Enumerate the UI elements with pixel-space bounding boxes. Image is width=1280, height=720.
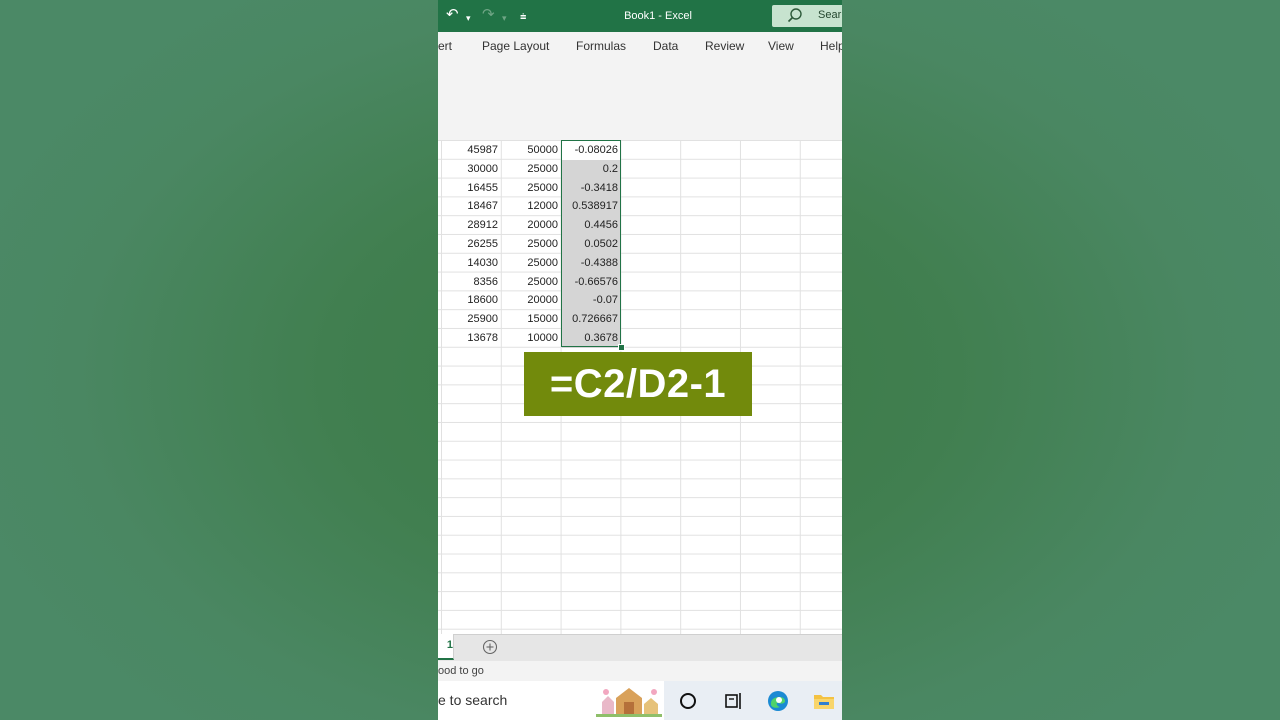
file-explorer-icon[interactable] <box>812 689 836 713</box>
cell-sales[interactable]: 26255 <box>441 235 501 254</box>
formula-caption: =C2/D2-1 <box>524 352 752 416</box>
cell-result[interactable]: -0.4388 <box>562 253 621 273</box>
taskbar-search[interactable]: e to search <box>438 681 664 720</box>
taskbar-search-placeholder: e to search <box>438 692 508 708</box>
cell-result[interactable]: -0.07 <box>562 291 621 311</box>
table-row: 16455 25000 -0.3418 <box>438 178 842 198</box>
search-icon <box>787 8 802 23</box>
redo-dropdown-icon[interactable]: ▾ <box>502 9 507 27</box>
cell-result[interactable]: 0.2 <box>562 159 621 179</box>
tab-view[interactable]: View <box>768 39 794 53</box>
task-view-icon[interactable] <box>721 689 745 713</box>
table-row: 26255 25000 0.0502 <box>438 234 842 254</box>
undo-icon[interactable]: ↶ <box>446 6 459 24</box>
redo-icon[interactable]: ↷ <box>482 6 495 24</box>
cell-sales[interactable]: 13678 <box>441 329 501 348</box>
cell-target[interactable]: 10000 <box>501 329 561 348</box>
ribbon-tabs: ert Page Layout Formulas Data Review Vie… <box>438 32 842 60</box>
table-row: 30000 25000 0.2 <box>438 159 842 179</box>
fill-handle[interactable] <box>618 344 625 351</box>
table-row: 18467 12000 0.538917 <box>438 197 842 217</box>
cell-sales[interactable]: 18467 <box>441 197 501 216</box>
cell-result[interactable]: 0.3678 <box>562 328 621 348</box>
cell-result[interactable]: 0.0502 <box>562 234 621 254</box>
table-row: 45987 50000 -0.08026 <box>438 141 842 160</box>
cell-sales[interactable]: 25900 <box>441 310 501 329</box>
cell-sales[interactable]: 30000 <box>441 160 501 179</box>
tab-formulas[interactable]: Formulas <box>576 39 626 53</box>
cell-target[interactable]: 20000 <box>501 216 561 235</box>
title-bar: ↶ ▾ ↷ ▾ ⩧ Book1 - Excel Sear <box>438 0 842 32</box>
cell-result[interactable]: -0.08026 <box>562 141 621 160</box>
table-row: 25900 15000 0.726667 <box>438 310 842 329</box>
cell-target[interactable]: 15000 <box>501 310 561 329</box>
cell-result[interactable]: -0.66576 <box>562 272 621 292</box>
cell-target[interactable]: 20000 <box>501 291 561 310</box>
data-rows: 45987 50000 -0.08026 30000 25000 0.2 164… <box>438 141 842 348</box>
tab-page-layout[interactable]: Page Layout <box>482 39 549 53</box>
cell-sales[interactable]: 18600 <box>441 291 501 310</box>
cell-target[interactable]: 25000 <box>501 160 561 179</box>
cell-sales[interactable]: 28912 <box>441 216 501 235</box>
ribbon-body <box>438 60 842 141</box>
plus-circle-icon[interactable] <box>482 639 498 655</box>
status-bar: ood to go <box>438 661 842 681</box>
cell-result[interactable]: 0.538917 <box>562 197 621 217</box>
cell-target[interactable]: 25000 <box>501 254 561 273</box>
cell-target[interactable]: 25000 <box>501 273 561 292</box>
tab-insert[interactable]: ert <box>438 39 452 53</box>
cell-sales[interactable]: 8356 <box>441 273 501 292</box>
search-highlight-icon <box>594 684 664 718</box>
undo-dropdown-icon[interactable]: ▾ <box>466 9 471 27</box>
taskbar: e to search <box>438 681 842 720</box>
table-row: 28912 20000 0.4456 <box>438 216 842 235</box>
tab-help[interactable]: Help <box>820 39 842 53</box>
search-label: Sear <box>818 9 842 21</box>
tab-data[interactable]: Data <box>653 39 678 53</box>
sheet-tab-bar: 1 <box>438 634 842 662</box>
table-row: 8356 25000 -0.66576 <box>438 272 842 292</box>
table-row: 14030 25000 -0.4388 <box>438 253 842 273</box>
cell-sales[interactable]: 14030 <box>441 254 501 273</box>
cell-sales[interactable]: 16455 <box>441 179 501 198</box>
cell-result[interactable]: -0.3418 <box>562 178 621 198</box>
sheet-tab[interactable]: 1 <box>438 634 454 660</box>
tab-review[interactable]: Review <box>705 39 744 53</box>
search-box[interactable]: Sear <box>772 5 842 27</box>
cell-result[interactable]: 0.4456 <box>562 216 621 235</box>
excel-window: ↶ ▾ ↷ ▾ ⩧ Book1 - Excel Sear ert Page La… <box>438 0 842 720</box>
cell-sales[interactable]: 45987 <box>441 141 501 160</box>
cell-result[interactable]: 0.726667 <box>562 310 621 329</box>
cortana-icon[interactable] <box>676 689 700 713</box>
cell-target[interactable]: 50000 <box>501 141 561 160</box>
cell-target[interactable]: 12000 <box>501 197 561 216</box>
cell-target[interactable]: 25000 <box>501 235 561 254</box>
table-row: 18600 20000 -0.07 <box>438 291 842 311</box>
status-text: ood to go <box>438 665 484 677</box>
customize-qat-icon[interactable]: ⩧ <box>520 8 526 26</box>
edge-icon[interactable] <box>766 689 790 713</box>
cell-target[interactable]: 25000 <box>501 179 561 198</box>
table-row: 13678 10000 0.3678 <box>438 328 842 348</box>
window-title: Book1 - Excel <box>624 10 692 22</box>
